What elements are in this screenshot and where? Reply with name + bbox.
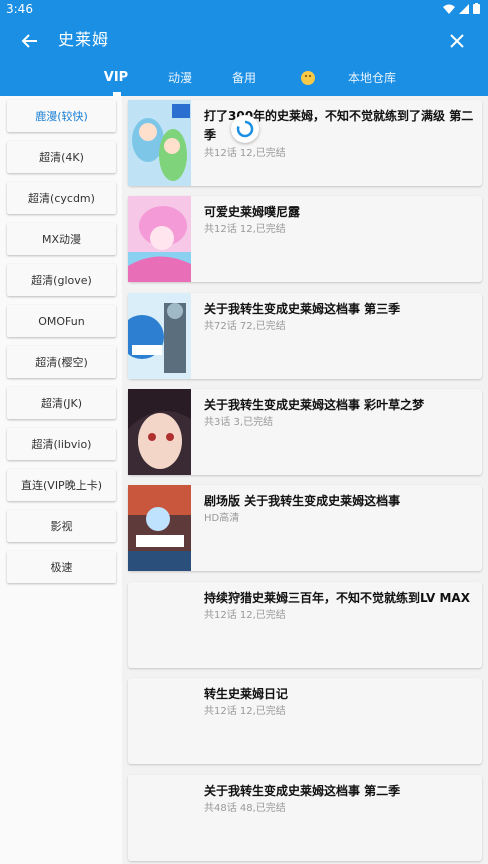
search-query-title: 史莱姆: [58, 30, 110, 49]
result-thumbnail: [128, 196, 191, 282]
source-sidebar: 鹿漫(较快) 超清(4K) 超清(cycdm) MX动漫 超清(glove) O…: [0, 96, 122, 864]
result-subtitle: 共12话 12,已完结: [204, 610, 286, 621]
result-title: 持续狩猎史莱姆三百年，不知不觉就练到LV MAX: [204, 591, 470, 605]
source-item-jk[interactable]: 超清(JK): [7, 387, 116, 419]
result-card[interactable]: 持续狩猎史莱姆三百年，不知不觉就练到LV MAX 共12话 12,已完结: [128, 582, 482, 668]
source-item-omofun[interactable]: OMOFun: [7, 305, 116, 337]
result-thumbnail: [128, 775, 191, 861]
tab-anime[interactable]: 动漫: [168, 70, 192, 86]
source-item-4k[interactable]: 超清(4K): [7, 141, 116, 173]
result-title: 转生史莱姆日记: [204, 687, 289, 701]
battery-icon: [473, 3, 480, 14]
result-subtitle: 共3话 3,已完结: [204, 417, 274, 428]
result-title: 剧场版 关于我转生变成史莱姆这档事: [204, 494, 401, 508]
result-subtitle: HD高清: [204, 513, 240, 524]
result-thumbnail: [128, 293, 191, 379]
result-title: 关于我转生变成史莱姆这档事 彩叶草之梦: [204, 398, 425, 412]
source-item-mx[interactable]: MX动漫: [7, 223, 116, 255]
app-bar: 史莱姆: [0, 18, 488, 62]
result-thumbnail: [128, 485, 191, 571]
status-bar: 3:46: [0, 0, 488, 18]
wifi-icon: [443, 4, 455, 14]
result-card[interactable]: 打了300年的史莱姆，不知不觉就练到了满级 第二季 共12话 12,已完结: [128, 100, 482, 186]
result-thumbnail: [128, 389, 191, 475]
result-subtitle: 共12话 12,已完结: [204, 706, 286, 717]
tab-emoji[interactable]: [301, 71, 315, 89]
source-item-libvio[interactable]: 超清(libvio): [7, 428, 116, 460]
result-subtitle: 共12话 12,已完结: [204, 224, 286, 235]
result-thumbnail: [128, 678, 191, 764]
result-thumbnail: [128, 582, 191, 668]
source-item-movies[interactable]: 影视: [7, 510, 116, 542]
result-card[interactable]: 转生史莱姆日记 共12话 12,已完结: [128, 678, 482, 764]
signal-icon: [459, 3, 469, 14]
result-thumbnail: [128, 100, 191, 186]
result-card[interactable]: 关于我转生变成史莱姆这档事 第二季 共48话 48,已完结: [128, 775, 482, 861]
result-subtitle: 共72话 72,已完结: [204, 321, 286, 332]
source-item-direct[interactable]: 直连(VIP晚上卡): [7, 469, 116, 501]
source-item-glove[interactable]: 超清(glove): [7, 264, 116, 296]
source-item-lumanga[interactable]: 鹿漫(较快): [7, 100, 116, 132]
result-card[interactable]: 关于我转生变成史莱姆这档事 彩叶草之梦 共3话 3,已完结: [128, 389, 482, 475]
smile-emoji-icon: [301, 71, 315, 85]
source-item-cycdm[interactable]: 超清(cycdm): [7, 182, 116, 214]
source-item-yingkong[interactable]: 超清(樱空): [7, 346, 116, 378]
status-time: 3:46: [6, 2, 33, 16]
result-subtitle: 共12话 12,已完结: [204, 148, 286, 159]
tab-backup[interactable]: 备用: [232, 70, 256, 86]
close-icon[interactable]: [446, 30, 468, 52]
result-card[interactable]: 剧场版 关于我转生变成史莱姆这档事 HD高清: [128, 485, 482, 571]
result-title: 关于我转生变成史莱姆这档事 第二季: [204, 784, 401, 798]
back-arrow-icon[interactable]: [19, 30, 41, 52]
source-item-fast[interactable]: 极速: [7, 551, 116, 583]
tab-vip[interactable]: VIP: [104, 70, 128, 86]
status-icons: [443, 3, 480, 14]
result-title: 可爱史莱姆噗尼露: [204, 205, 301, 219]
category-tabs: VIP 动漫 备用 本地仓库: [0, 62, 488, 96]
result-title: 关于我转生变成史莱姆这档事 第三季: [204, 302, 401, 316]
tab-local-repo[interactable]: 本地仓库: [348, 70, 396, 86]
result-card[interactable]: 可爱史莱姆噗尼露 共12话 12,已完结: [128, 196, 482, 282]
loading-spinner-icon: [231, 115, 259, 143]
top-bar: 3:46 史莱姆 VIP 动漫 备用 本地仓库: [0, 0, 488, 96]
result-card[interactable]: 关于我转生变成史莱姆这档事 第三季 共72话 72,已完结: [128, 293, 482, 379]
result-subtitle: 共48话 48,已完结: [204, 803, 286, 814]
